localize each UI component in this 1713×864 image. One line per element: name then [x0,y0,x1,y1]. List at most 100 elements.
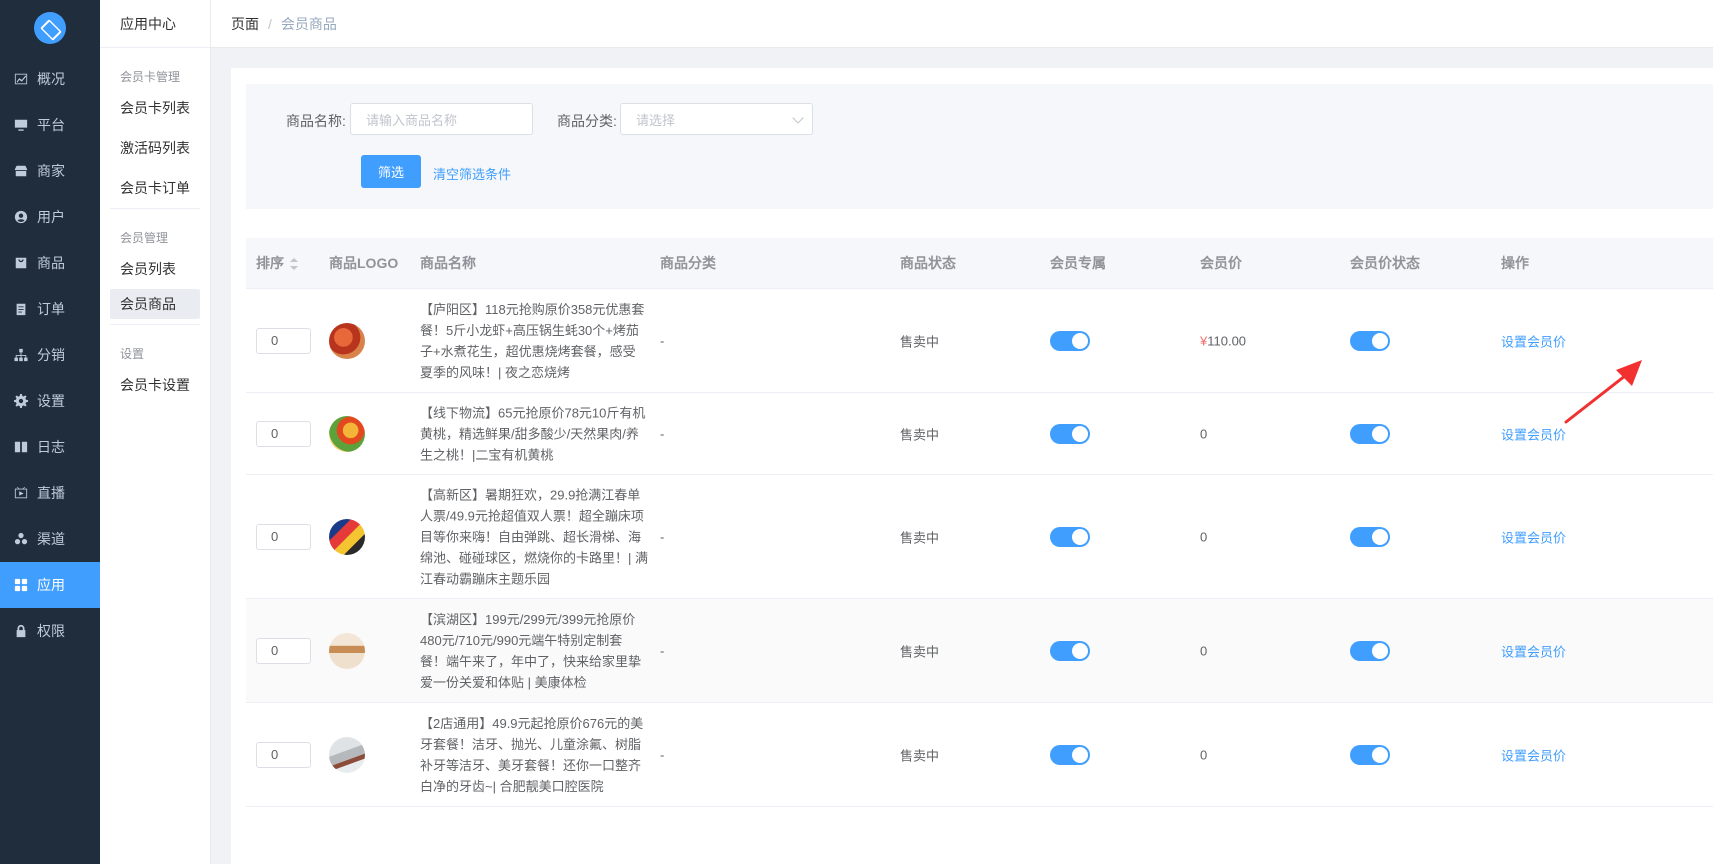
table-body: 0 【庐阳区】118元抢购原价358元优惠套餐！5斤小龙虾+高压锅生蚝30个+烤茄… [246,289,1713,807]
order-input[interactable]: 0 [256,523,311,550]
breadcrumb-item-page[interactable]: 页面 [231,14,259,34]
submenu-item-activation-codes[interactable]: 激活码列表 [100,128,210,168]
set-member-price-link[interactable]: 设置会员价 [1501,527,1566,546]
nav-item[interactable]: 分销 [0,332,100,378]
play-icon [14,486,28,500]
exclusive-toggle[interactable] [1050,526,1090,547]
goods-category: - [660,529,665,544]
order-input[interactable]: 0 [256,637,311,664]
category-select-placeholder: 请选择 [636,112,676,128]
nav-item[interactable]: 直播 [0,470,100,516]
nav-item-label: 应用 [37,577,65,593]
nav-item[interactable]: 渠道 [0,516,100,562]
lock-icon [14,624,28,638]
price-status-toggle[interactable] [1350,744,1390,765]
table-row: 0 【高新区】暑期狂欢，29.9抢满江春单人票/49.9元抢超值双人票！超全蹦床项… [246,475,1713,599]
goods-category: - [660,643,665,658]
monitor-icon [14,118,28,132]
nav-item-label: 权限 [37,623,65,639]
book-icon [14,440,28,454]
goods-name: 【高新区】暑期狂欢，29.9抢满江春单人票/49.9元抢超值双人票！超全蹦床项目… [420,487,648,586]
nav-item[interactable]: 设置 [0,378,100,424]
nav-item[interactable]: 商品 [0,240,100,286]
header-order-label: 排序 [256,255,284,271]
table-row: 0 【庐阳区】118元抢购原价358元优惠套餐！5斤小龙虾+高压锅生蚝30个+烤茄… [246,289,1713,393]
submenu: 应用中心 会员卡管理 会员卡列表 激活码列表 会员卡订单 会员管理 会员列表 会… [100,0,211,864]
nav-item-label: 渠道 [37,531,65,547]
nav-item[interactable]: 商家 [0,148,100,194]
nav-item-label: 日志 [37,439,65,455]
exclusive-toggle[interactable] [1050,640,1090,661]
nav-item[interactable]: 概况 [0,56,100,102]
set-member-price-link[interactable]: 设置会员价 [1501,331,1566,350]
table-header: 排序 商品LOGO 商品名称 商品分类 商品状态 会员专属 会员价 会员价状态 … [246,238,1713,289]
logo-area [0,0,100,56]
set-member-price-link[interactable]: 设置会员价 [1501,745,1566,764]
nav-item[interactable]: 用户 [0,194,100,240]
price-status-toggle[interactable] [1350,640,1390,661]
exclusive-toggle[interactable] [1050,330,1090,351]
price-status-toggle[interactable] [1350,423,1390,444]
chart-icon [14,72,28,86]
nav-item[interactable]: 订单 [0,286,100,332]
nav-item-label: 用户 [37,209,65,225]
network-icon [14,348,28,362]
price-status-toggle[interactable] [1350,330,1390,351]
main-nav: 概况平台商家用户商品订单分销设置日志直播渠道应用权限 [0,56,100,654]
category-select[interactable]: 请选择 [620,103,813,135]
gear-icon [14,394,28,408]
submenu-item-member-list[interactable]: 会员列表 [100,249,210,289]
goods-status: 售卖中 [900,334,940,349]
nav-item-label: 平台 [37,117,65,133]
member-price: 0 [1200,643,1207,658]
nav-item-label: 商品 [37,255,65,271]
nav-item-label: 订单 [37,301,65,317]
exclusive-toggle[interactable] [1050,744,1090,765]
sort-icon[interactable] [290,258,298,271]
set-member-price-link[interactable]: 设置会员价 [1501,641,1566,660]
header-name: 商品名称 [420,255,476,271]
goods-status: 售卖中 [900,748,940,763]
goods-name: 【2店通用】49.9元起抢原价676元的美牙套餐！洁牙、抛光、儿童涂氟、树脂补牙… [420,715,644,794]
goods-logo-image [329,632,365,669]
member-price: ¥110.00 [1200,333,1246,348]
order-input[interactable]: 0 [256,420,311,447]
breadcrumb-item-current: 会员商品 [280,15,337,32]
submenu-item-member-goods[interactable]: 会员商品 [110,289,200,319]
filter-button[interactable]: 筛选 [361,155,421,188]
member-price-value: 0 [1200,747,1208,762]
submenu-group-member: 会员管理 [120,231,169,245]
app-logo-icon[interactable] [34,12,66,44]
header-member-price: 会员价 [1200,255,1242,271]
name-filter-input[interactable]: 请输入商品名称 [350,103,533,135]
nav-item[interactable]: 日志 [0,424,100,470]
filter-panel: 商品名称: 请输入商品名称 商品分类: 请选择 筛选 清空筛选条件 [246,84,1713,209]
submenu-item-card-settings[interactable]: 会员卡设置 [100,365,210,405]
nav-item[interactable]: 平台 [0,102,100,148]
goods-category: - [660,333,665,348]
grid-icon [14,578,28,592]
table-row: 0 【2店通用】49.9元起抢原价676元的美牙套餐！洁牙、抛光、儿童涂氟、树脂补… [246,703,1713,807]
submenu-item-card-orders[interactable]: 会员卡订单 [100,168,210,208]
goods-status: 售卖中 [900,530,940,545]
set-member-price-link[interactable]: 设置会员价 [1501,424,1566,443]
goods-name: 【滨湖区】199元/299元/399元抢原价480元/710元/990元端午特别… [420,611,642,690]
goods-status: 售卖中 [900,427,940,442]
nav-item[interactable]: 权限 [0,608,100,654]
nav-item[interactable]: 应用 [0,562,100,608]
nav-item-label: 直播 [37,485,65,501]
nav-item-label: 商家 [37,163,65,179]
exclusive-toggle[interactable] [1050,423,1090,444]
submenu-item-card-list[interactable]: 会员卡列表 [100,88,210,128]
goods-name: 【庐阳区】118元抢购原价358元优惠套餐！5斤小龙虾+高压锅生蚝30个+烤茄子… [420,301,645,380]
order-input[interactable]: 0 [256,327,311,354]
member-price: 0 [1200,529,1207,544]
price-status-toggle[interactable] [1350,526,1390,547]
clear-filter-link[interactable]: 清空筛选条件 [433,164,511,183]
bag-icon [14,256,28,270]
header-order[interactable]: 排序 [256,253,298,273]
order-input[interactable]: 0 [256,741,311,768]
breadcrumb: 页面 / 会员商品 [211,0,1713,48]
nav-item-label: 分销 [37,347,65,363]
goods-logo-image [329,322,365,359]
